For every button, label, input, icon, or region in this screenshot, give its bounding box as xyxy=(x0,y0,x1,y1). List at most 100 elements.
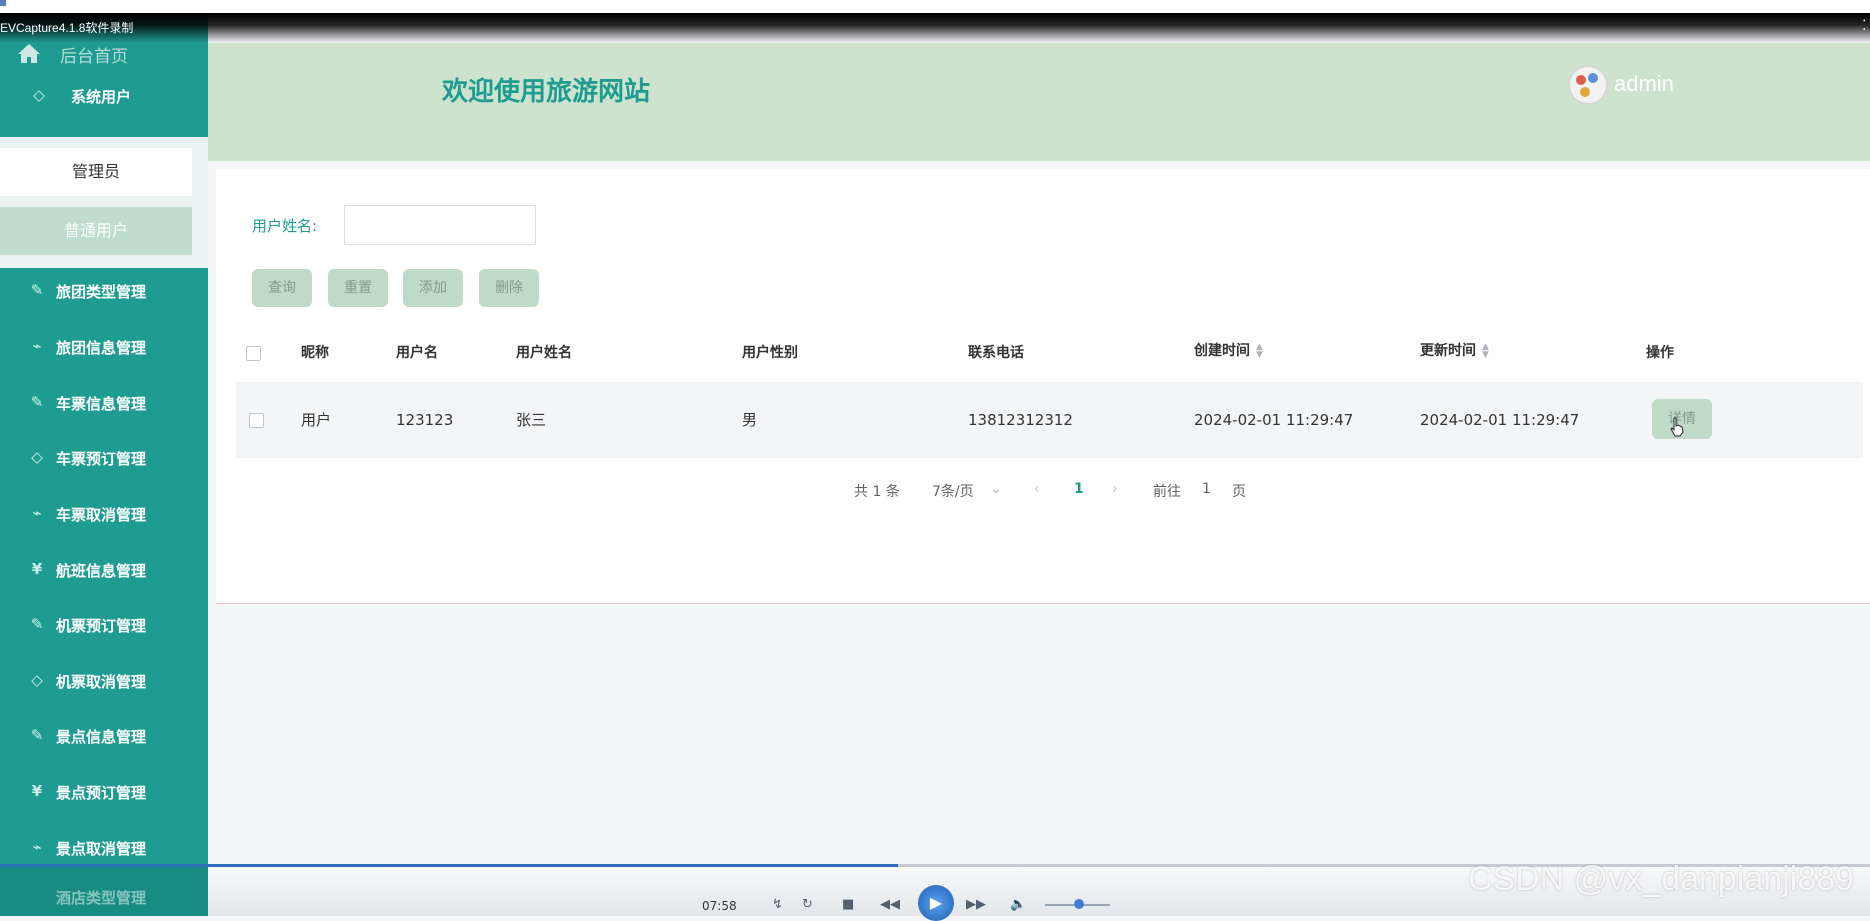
sidebar-item-tour-info[interactable]: ⌁ 旅团信息管理 xyxy=(0,324,208,368)
table-row: 用户 123123 张三 男 13812312312 2024-02-01 11… xyxy=(236,382,1863,458)
sidebar-item-ticket-cancel[interactable]: ⌁ 车票取消管理 xyxy=(0,491,208,535)
cell-username: 123123 xyxy=(396,411,454,429)
column-header-username: 用户名 xyxy=(396,345,438,361)
edit-icon: ✎ xyxy=(30,393,44,411)
select-all-checkbox[interactable] xyxy=(246,346,261,361)
cell-phone: 13812312312 xyxy=(968,411,1073,429)
edit-icon: ✎ xyxy=(30,726,44,744)
rewind-icon[interactable]: ◀◀ xyxy=(880,895,900,915)
capture-menu-icon[interactable]: ⁚ xyxy=(1862,19,1870,33)
loop-icon[interactable]: ↯ xyxy=(772,895,783,915)
sidebar-item-label: 航班信息管理 xyxy=(56,562,147,580)
cell-gender: 男 xyxy=(742,411,758,429)
page-header: 欢迎使用旅游网站 admin xyxy=(208,43,1870,161)
sidebar-item-label: 酒店类型管理 xyxy=(56,889,147,907)
column-header-phone: 联系电话 xyxy=(968,345,1024,361)
sidebar-item-ticket-info[interactable]: ✎ 车票信息管理 xyxy=(0,380,208,424)
sidebar-item-label: 车票信息管理 xyxy=(56,395,147,413)
sort-icon[interactable]: ▲ ▼ xyxy=(1482,343,1489,360)
yen-icon: ¥ xyxy=(31,782,43,800)
yen-icon: ¥ xyxy=(31,560,43,578)
page-title: 欢迎使用旅游网站 xyxy=(442,77,651,107)
search-input[interactable] xyxy=(344,205,536,245)
sidebar-home-label: 后台首页 xyxy=(60,47,128,67)
sidebar-item-air-booking[interactable]: ✎ 机票预订管理 xyxy=(0,602,208,646)
goto-page-input[interactable]: 1 xyxy=(1202,481,1211,497)
column-header-updated-label: 更新时间 xyxy=(1420,343,1476,359)
sidebar-item-label: 系统用户 xyxy=(71,88,132,106)
add-button[interactable]: 添加 xyxy=(403,269,463,307)
player-time: 07:58 xyxy=(702,899,737,913)
column-header-created-label: 创建时间 xyxy=(1194,343,1250,359)
column-header-real-name: 用户姓名 xyxy=(516,345,572,361)
diamond-icon: ◇ xyxy=(31,448,43,466)
search-label: 用户姓名: xyxy=(252,217,318,235)
edit-icon: ✎ xyxy=(30,281,44,299)
watermark: CSDN @vx_danpianji889 xyxy=(1468,860,1855,898)
page-unit-label: 页 xyxy=(1232,484,1246,500)
fast-forward-icon[interactable]: ▶▶ xyxy=(966,895,986,915)
sort-icon[interactable]: ▲ ▼ xyxy=(1256,343,1263,360)
column-header-created[interactable]: 创建时间 ▲ ▼ xyxy=(1194,327,1263,375)
replay-icon[interactable]: ↻ xyxy=(802,895,813,915)
sidebar-item-label: 机票预订管理 xyxy=(56,617,147,635)
edit-icon: ✎ xyxy=(30,615,44,633)
page-size-select[interactable]: 7条/页 xyxy=(932,481,974,501)
query-button[interactable]: 查询 xyxy=(252,269,312,307)
diamond-icon: ◇ xyxy=(31,671,43,689)
cell-nickname: 用户 xyxy=(301,411,332,429)
sidebar-item-label: 景点取消管理 xyxy=(56,840,147,858)
chart-icon: ⌁ xyxy=(32,504,42,522)
sidebar-item-label: 景点预订管理 xyxy=(56,784,147,802)
capture-title: EVCapture4.1.8软件录制 xyxy=(0,21,134,35)
capture-window-strip xyxy=(0,0,1870,13)
sidebar-item-label: 车票预订管理 xyxy=(56,450,147,468)
avatar[interactable] xyxy=(1568,65,1608,105)
delete-button[interactable]: 删除 xyxy=(479,269,539,307)
volume-slider-knob[interactable] xyxy=(1074,899,1084,909)
stop-icon[interactable]: ■ xyxy=(842,895,854,915)
cell-updated: 2024-02-01 11:29:47 xyxy=(1420,411,1580,429)
sidebar-item-tour-type[interactable]: ✎ 旅团类型管理 xyxy=(0,268,208,312)
sidebar-item-label: 旅团类型管理 xyxy=(56,283,147,301)
sidebar-item-system-users[interactable]: ◇ 系统用户 xyxy=(0,73,208,117)
sidebar-subitem-admin[interactable]: 管理员 xyxy=(0,148,192,196)
pagination-total: 共 1 条 xyxy=(854,484,900,500)
sidebar-item-label: 机票取消管理 xyxy=(56,673,147,691)
capture-title-bar: EVCapture4.1.8软件录制 ⁚ xyxy=(0,13,1870,43)
reset-button[interactable]: 重置 xyxy=(328,269,388,307)
hand-cursor-icon xyxy=(1670,417,1684,437)
cell-created: 2024-02-01 11:29:47 xyxy=(1194,411,1354,429)
home-icon xyxy=(18,44,40,63)
sidebar-item-flight-info[interactable]: ¥ 航班信息管理 xyxy=(0,547,208,591)
sidebar-item-hotel-type[interactable]: 酒店类型管理 xyxy=(0,867,208,916)
chart-icon: ⌁ xyxy=(32,337,42,355)
cell-real-name: 张三 xyxy=(516,411,547,429)
sidebar-item-scenic-cancel[interactable]: ⌁ 景点取消管理 xyxy=(0,825,208,869)
chevron-down-icon[interactable]: ⌄ xyxy=(990,481,1002,497)
volume-icon[interactable]: 🔈 xyxy=(1010,895,1026,915)
sidebar-item-label: 车票取消管理 xyxy=(56,506,147,524)
sidebar-item-label: 旅团信息管理 xyxy=(56,339,147,357)
chart-icon: ⌁ xyxy=(32,838,42,856)
column-header-nickname: 昵称 xyxy=(301,345,329,361)
diamond-icon: ◇ xyxy=(33,86,45,104)
goto-label: 前往 xyxy=(1153,484,1181,500)
capture-app-icon xyxy=(0,0,6,6)
sidebar-item-label: 景点信息管理 xyxy=(56,728,147,746)
header-username[interactable]: admin xyxy=(1614,71,1674,97)
sidebar-item-scenic-info[interactable]: ✎ 景点信息管理 xyxy=(0,713,208,757)
column-header-updated[interactable]: 更新时间 ▲ ▼ xyxy=(1420,327,1489,375)
current-page[interactable]: 1 xyxy=(1074,481,1084,497)
table-header: 昵称 用户名 用户姓名 用户性别 联系电话 创建时间 ▲ ▼ 更新时间 ▲ ▼ 操作 xyxy=(236,329,1870,377)
sidebar-item-scenic-booking[interactable]: ¥ 景点预订管理 xyxy=(0,769,208,813)
prev-page-icon[interactable]: ‹ xyxy=(1034,481,1040,497)
sidebar: 后台首页 ◇ 系统用户 管理员 普通用户 ✎ 旅团类型管理 ⌁ 旅团信息管理 ✎… xyxy=(0,13,208,916)
row-checkbox[interactable] xyxy=(249,413,264,428)
column-header-gender: 用户性别 xyxy=(742,345,798,361)
sidebar-item-air-cancel[interactable]: ◇ 机票取消管理 xyxy=(0,658,208,702)
sidebar-subitem-normal-users[interactable]: 普通用户 xyxy=(0,207,192,255)
next-page-icon[interactable]: › xyxy=(1112,481,1118,497)
column-header-action: 操作 xyxy=(1646,345,1674,361)
sidebar-item-ticket-booking[interactable]: ◇ 车票预订管理 xyxy=(0,435,208,479)
